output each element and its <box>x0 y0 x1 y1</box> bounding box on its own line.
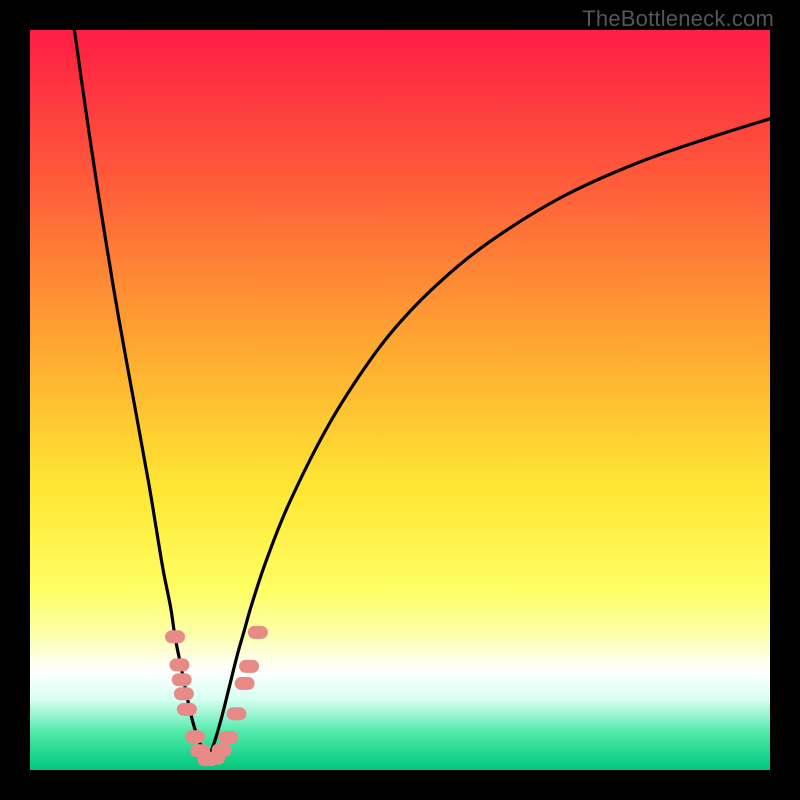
marker-point <box>169 658 189 671</box>
data-markers <box>165 626 268 766</box>
marker-point <box>165 630 185 643</box>
curve-left-branch <box>74 30 207 761</box>
plot-area <box>30 30 770 770</box>
curve-right-branch <box>208 119 770 761</box>
marker-point <box>172 673 192 686</box>
marker-point <box>174 687 194 700</box>
marker-point <box>218 731 238 744</box>
marker-point <box>177 703 197 716</box>
marker-point <box>226 707 246 720</box>
marker-point <box>185 730 205 743</box>
marker-point <box>239 660 259 673</box>
chart-curves <box>30 30 770 770</box>
marker-point <box>248 626 268 639</box>
marker-point <box>235 677 255 690</box>
outer-black-frame: TheBottleneck.com <box>0 0 800 800</box>
watermark-text: TheBottleneck.com <box>582 6 774 32</box>
marker-point <box>212 744 232 757</box>
